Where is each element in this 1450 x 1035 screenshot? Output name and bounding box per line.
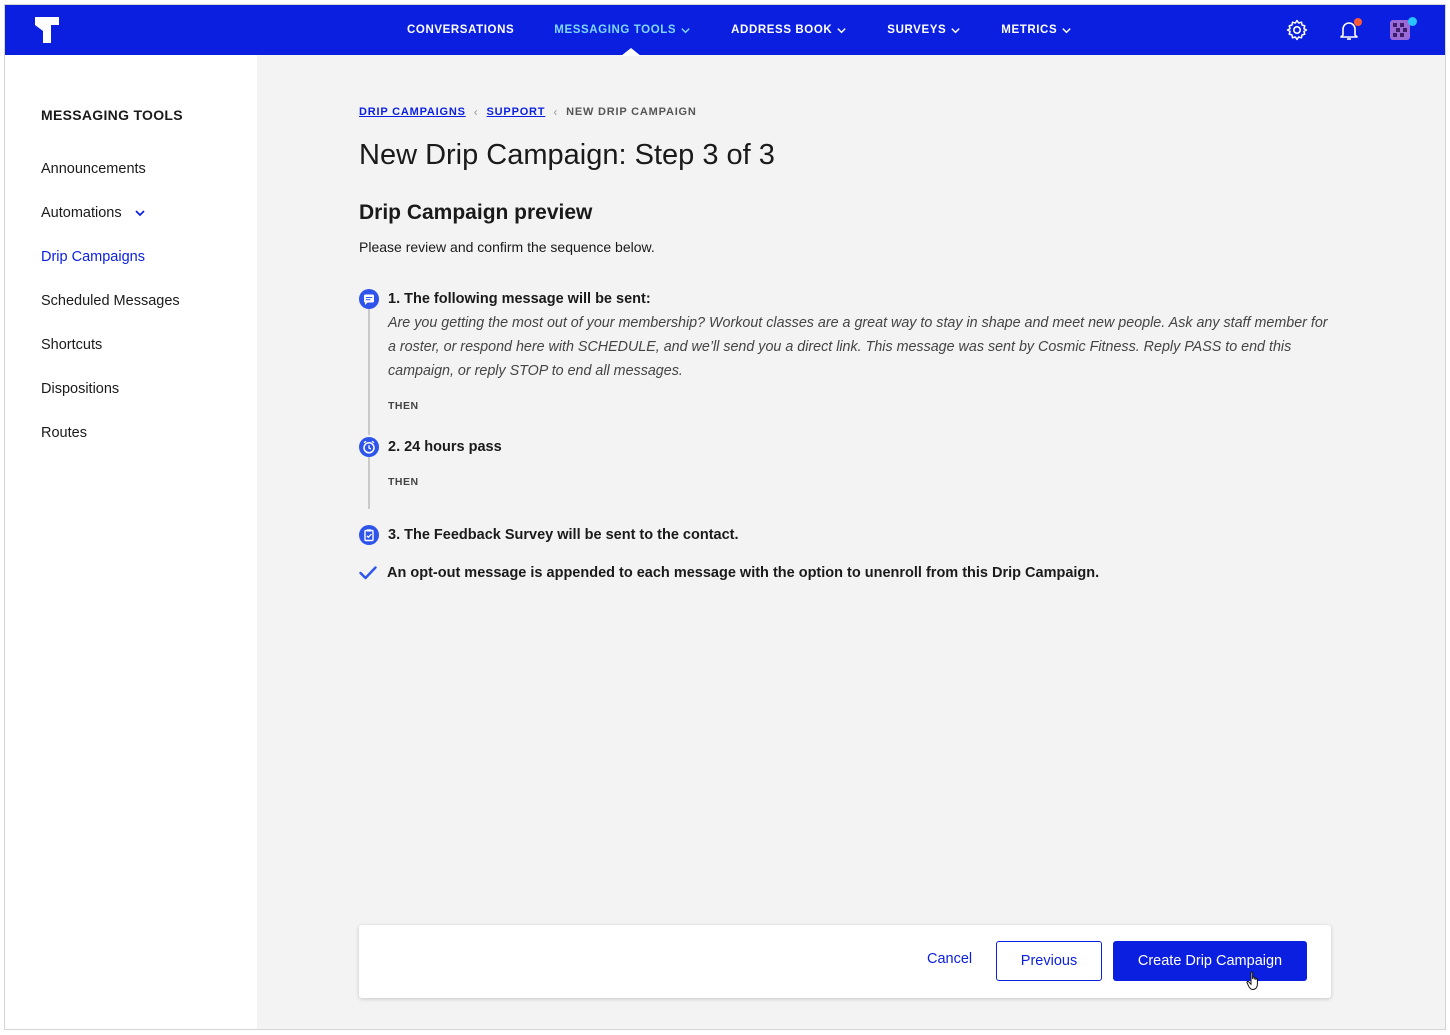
step-header: 3. The Feedback Survey will be sent to t… xyxy=(359,525,739,545)
notifications-button[interactable] xyxy=(1337,18,1362,42)
message-icon xyxy=(359,289,379,309)
step-title: 1. The following message will be sent: xyxy=(388,291,651,307)
sidebar-title: MESSAGING TOOLS xyxy=(41,107,183,123)
sidebar-item-dispositions[interactable]: Dispositions xyxy=(41,379,180,423)
cancel-button[interactable]: Cancel xyxy=(927,951,972,967)
previous-button[interactable]: Previous xyxy=(996,941,1102,981)
gear-icon[interactable] xyxy=(1285,18,1309,42)
sidebar-menu: Announcements Automations Drip Campaigns… xyxy=(41,159,180,467)
logo-icon[interactable] xyxy=(35,17,59,43)
sidebar-item-label: Routes xyxy=(41,425,87,441)
step-header: 1. The following message will be sent: xyxy=(359,289,1338,309)
action-bar: Cancel Previous Create Drip Campaign xyxy=(359,925,1331,998)
section-description: Please review and confirm the sequence b… xyxy=(359,239,655,255)
step-header: 2. 24 hours pass xyxy=(359,437,502,457)
chevron-down-icon xyxy=(681,27,690,33)
top-navigation: CONVERSATIONS MESSAGING TOOLS ADDRESS BO… xyxy=(5,5,1445,56)
nav-messaging-tools-label: MESSAGING TOOLS xyxy=(554,24,677,36)
sidebar-item-scheduled-messages[interactable]: Scheduled Messages xyxy=(41,291,180,335)
breadcrumb-current: NEW DRIP CAMPAIGN xyxy=(566,106,697,118)
breadcrumb-drip-campaigns[interactable]: DRIP CAMPAIGNS xyxy=(359,106,466,118)
create-drip-campaign-button[interactable]: Create Drip Campaign xyxy=(1113,941,1307,981)
sidebar-item-label: Scheduled Messages xyxy=(41,293,180,309)
avatar-status-dot xyxy=(1408,17,1417,26)
nav-icon-group xyxy=(1285,5,1417,55)
breadcrumb-chevron-icon: ‹ xyxy=(473,105,479,119)
step-connector: THEN xyxy=(368,457,502,509)
notification-dot xyxy=(1354,18,1362,26)
sidebar-item-drip-campaigns[interactable]: Drip Campaigns xyxy=(41,247,180,291)
sidebar-item-label: Shortcuts xyxy=(41,337,103,353)
nav-conversations-label: CONVERSATIONS xyxy=(407,24,515,36)
then-label: THEN xyxy=(388,400,419,412)
sequence-step-3: 3. The Feedback Survey will be sent to t… xyxy=(359,525,739,545)
nav-surveys-label: SURVEYS xyxy=(887,24,947,36)
hand-cursor-icon xyxy=(1246,971,1258,991)
nav-address-book[interactable]: ADDRESS BOOK xyxy=(731,5,847,55)
page-title: New Drip Campaign: Step 3 of 3 xyxy=(359,139,775,171)
clipboard-icon xyxy=(359,525,379,545)
nav-address-book-label: ADDRESS BOOK xyxy=(731,24,833,36)
section-title: Drip Campaign preview xyxy=(359,201,593,224)
nav-metrics-label: METRICS xyxy=(1001,24,1058,36)
sidebar-item-label: Dispositions xyxy=(41,381,120,397)
optout-text: An opt-out message is appended to each m… xyxy=(387,565,1100,581)
nav-messaging-tools[interactable]: MESSAGING TOOLS xyxy=(554,5,691,56)
nav-conversations[interactable]: CONVERSATIONS xyxy=(407,5,514,55)
step-title: 2. 24 hours pass xyxy=(388,439,502,455)
breadcrumb-chevron-icon: ‹ xyxy=(553,105,559,119)
step-title: 3. The Feedback Survey will be sent to t… xyxy=(388,527,739,543)
nav-surveys[interactable]: SURVEYS xyxy=(887,5,961,55)
step-connector: Are you getting the most out of your mem… xyxy=(368,309,1338,435)
sidebar-item-announcements[interactable]: Announcements xyxy=(41,159,180,203)
sidebar-item-shortcuts[interactable]: Shortcuts xyxy=(41,335,180,379)
sidebar-item-automations[interactable]: Automations xyxy=(41,203,180,247)
sidebar-item-label: Announcements xyxy=(41,161,146,177)
chevron-down-icon xyxy=(1062,27,1071,33)
message-preview: Are you getting the most out of your mem… xyxy=(388,315,1328,379)
breadcrumb: DRIP CAMPAIGNS ‹ SUPPORT ‹ NEW DRIP CAMP… xyxy=(359,105,697,119)
sidebar-item-label: Drip Campaigns xyxy=(41,249,145,265)
main-content: DRIP CAMPAIGNS ‹ SUPPORT ‹ NEW DRIP CAMP… xyxy=(257,55,1445,1029)
chevron-down-icon xyxy=(951,27,960,33)
sequence-step-2: 2. 24 hours pass THEN xyxy=(359,437,502,509)
sidebar-item-routes[interactable]: Routes xyxy=(41,423,180,467)
clock-icon xyxy=(359,437,379,457)
then-label: THEN xyxy=(388,476,419,488)
avatar-button[interactable] xyxy=(1389,17,1417,42)
sidebar: MESSAGING TOOLS Announcements Automation… xyxy=(5,55,257,1029)
chevron-down-icon xyxy=(135,210,145,217)
optout-note: An opt-out message is appended to each m… xyxy=(359,565,1099,581)
checkmark-icon xyxy=(359,566,377,580)
chevron-down-icon xyxy=(837,27,846,33)
nav-menu: CONVERSATIONS MESSAGING TOOLS ADDRESS BO… xyxy=(407,5,1112,56)
sequence-step-1: 1. The following message will be sent: A… xyxy=(359,289,1338,435)
breadcrumb-support[interactable]: SUPPORT xyxy=(487,106,546,118)
app-window: CONVERSATIONS MESSAGING TOOLS ADDRESS BO… xyxy=(4,4,1446,1030)
nav-metrics[interactable]: METRICS xyxy=(1001,5,1072,55)
sidebar-item-label: Automations xyxy=(41,205,122,221)
